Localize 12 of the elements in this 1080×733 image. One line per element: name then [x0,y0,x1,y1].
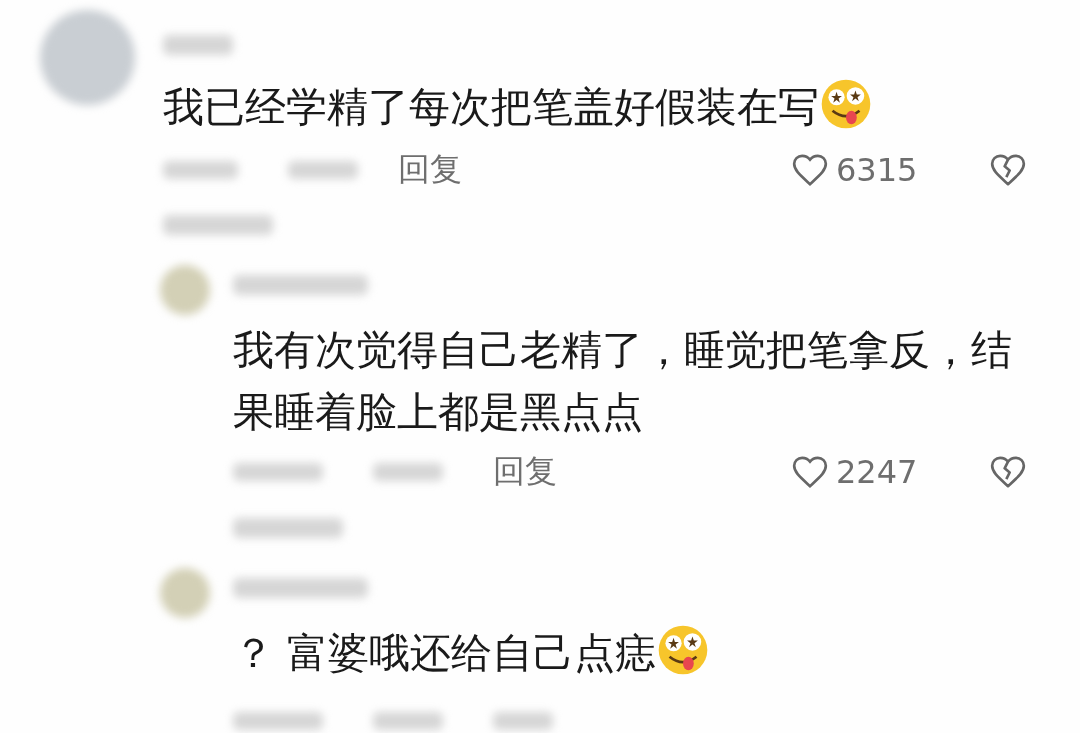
blurred-text [163,35,233,55]
like-count: 6315 [836,151,919,189]
reply-button[interactable]: 回复 [493,450,557,494]
comment-text: 我已经学精了每次把笔盖好假装在写 [163,77,1028,137]
blurred-text [493,712,553,730]
blurred-text [373,712,443,730]
blurred-text [373,463,443,481]
reply-button[interactable]: 回复 [398,148,462,192]
comment-text: ？ 富婆哦还给自己点痣 [233,622,1028,684]
blurred-text [288,161,358,179]
like-count: 2247 [836,453,919,491]
comment-text: 我有次觉得自己老精了，睡觉把笔拿反，结果睡着脸上都是黑点点 [233,325,1013,438]
